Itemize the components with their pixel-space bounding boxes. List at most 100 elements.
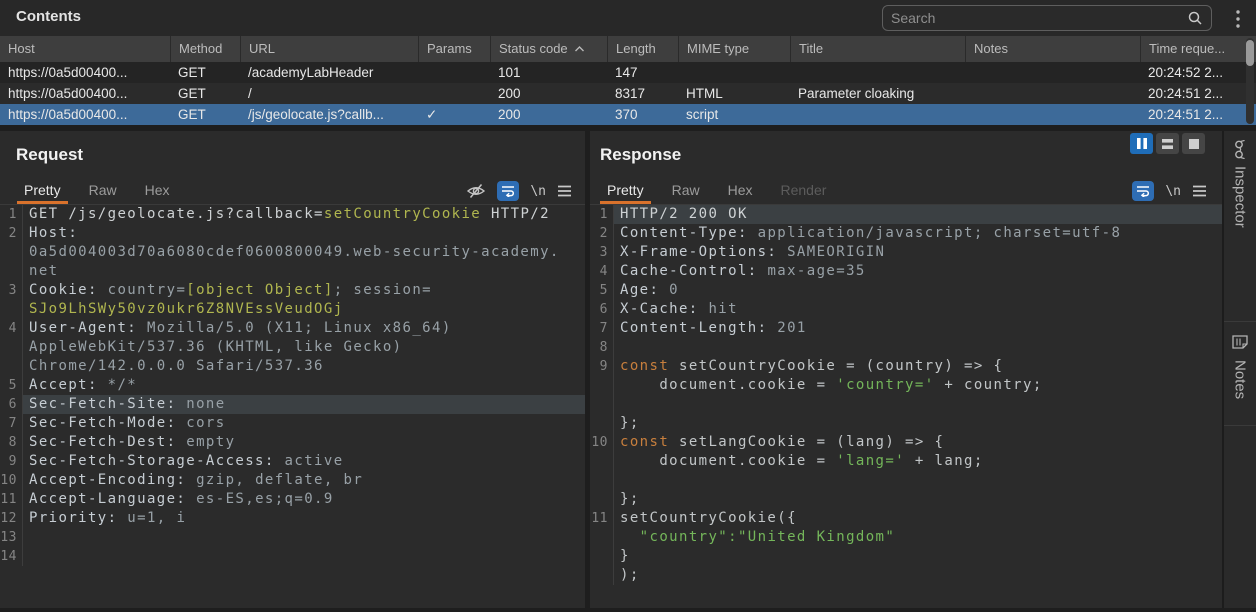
line-number: 11 <box>0 490 23 509</box>
column-label: URL <box>249 41 275 56</box>
column-label: Time reque... <box>1149 41 1225 56</box>
line-number: 7 <box>0 414 23 433</box>
code-segment: Accept-Encoding: <box>29 472 186 488</box>
table-row[interactable]: https://0a5d00400...GET/academyLabHeader… <box>0 62 1256 83</box>
code-segment: Chrome/142.0.0.0 Safari/537.36 <box>29 358 324 374</box>
code-segment: 'lang=' <box>836 453 905 469</box>
tab-hex[interactable]: Hex <box>728 177 753 204</box>
soft-wrap-button[interactable] <box>1132 181 1154 201</box>
code-segment: SJo9LhSWy50vz0ukr6Z8NVEssVeudOGj <box>29 301 344 317</box>
column-header-params[interactable]: Params <box>418 36 490 62</box>
tab-raw[interactable]: Raw <box>672 177 700 204</box>
single-layout-button[interactable] <box>1182 133 1205 154</box>
table-cell <box>790 104 965 125</box>
code-text: HTTP/2 200 OK <box>614 205 1222 224</box>
code-segment: Accept-Language: <box>29 491 186 507</box>
response-editor[interactable]: 1HTTP/2 200 OK2Content-Type: application… <box>590 205 1222 608</box>
column-header-mime-type[interactable]: MIME type <box>678 36 790 62</box>
line-number <box>0 357 23 376</box>
newline-toggle[interactable]: \n <box>530 184 546 199</box>
code-line: 3X-Frame-Options: SAMEORIGIN <box>590 243 1222 262</box>
code-text: document.cookie = 'country=' + country; <box>614 376 1222 395</box>
code-text: Cookie: country=[object Object]; session… <box>23 281 585 300</box>
sort-ascending-icon <box>574 41 585 56</box>
code-line <box>590 471 1222 490</box>
request-editor[interactable]: 1GET /js/geolocate.js?callback=setCountr… <box>0 205 585 608</box>
code-line: 5Age: 0 <box>590 281 1222 300</box>
line-number: 1 <box>590 205 614 224</box>
line-number: 5 <box>590 281 614 300</box>
column-header-length[interactable]: Length <box>607 36 678 62</box>
code-line: } <box>590 547 1222 566</box>
column-header-title[interactable]: Title <box>790 36 965 62</box>
sidebar-tab-notes[interactable]: Notes <box>1224 322 1256 426</box>
table-cell <box>418 62 490 83</box>
menu-icon[interactable] <box>1192 185 1207 197</box>
soft-wrap-button[interactable] <box>497 181 519 201</box>
eye-off-icon[interactable] <box>466 183 486 199</box>
code-segment: document.cookie = <box>620 453 836 469</box>
newline-toggle[interactable]: \n <box>1165 184 1181 199</box>
response-tabbar: Pretty Raw Hex Render <box>590 177 1222 205</box>
code-segment: const <box>620 434 669 450</box>
code-segment: AppleWebKit/537.36 (KHTML, like Gecko) <box>29 339 403 355</box>
table-cell: / <box>240 83 418 104</box>
column-header-notes[interactable]: Notes <box>965 36 1140 62</box>
search-box[interactable] <box>882 5 1212 31</box>
line-number: 11 <box>590 509 614 528</box>
line-number <box>590 547 614 566</box>
column-header-url[interactable]: URL <box>240 36 418 62</box>
table-cell <box>790 62 965 83</box>
line-number: 7 <box>590 319 614 338</box>
column-label: Length <box>616 41 656 56</box>
line-number: 8 <box>590 338 614 357</box>
column-header-host[interactable]: Host <box>0 36 170 62</box>
code-line: document.cookie = 'country=' + country; <box>590 376 1222 395</box>
line-number: 2 <box>0 224 23 243</box>
code-segment: Host: <box>29 225 78 241</box>
response-title: Response <box>600 145 681 165</box>
scrollbar-thumb[interactable] <box>1246 40 1254 66</box>
code-text: Priority: u=1, i <box>23 509 585 528</box>
column-header-status-code[interactable]: Status code <box>490 36 607 62</box>
column-header-time-reque-[interactable]: Time reque... <box>1140 36 1256 62</box>
table-row[interactable]: https://0a5d00400...GET/2008317HTMLParam… <box>0 83 1256 104</box>
code-line: 5Accept: */* <box>0 376 585 395</box>
table-cell: https://0a5d00400... <box>0 104 170 125</box>
code-line: 7Sec-Fetch-Mode: cors <box>0 414 585 433</box>
tab-pretty[interactable]: Pretty <box>24 177 61 204</box>
code-line: document.cookie = 'lang=' + lang; <box>590 452 1222 471</box>
table-cell: ✓ <box>418 104 490 125</box>
table-scrollbar[interactable] <box>1246 38 1254 124</box>
line-number: 4 <box>590 262 614 281</box>
table-header: HostMethod URL ParamsStatus code Length MIME… <box>0 36 1256 62</box>
kebab-menu-icon[interactable] <box>1228 8 1248 30</box>
columns-layout-button[interactable] <box>1130 133 1153 154</box>
line-number <box>0 300 23 319</box>
code-text: }; <box>614 490 1222 509</box>
column-header-method[interactable]: Method <box>170 36 240 62</box>
tab-pretty[interactable]: Pretty <box>607 177 644 204</box>
code-text: User-Agent: Mozilla/5.0 (X11; Linux x86_… <box>23 319 585 338</box>
line-number: 12 <box>0 509 23 528</box>
code-text <box>23 528 585 547</box>
tab-hex[interactable]: Hex <box>145 177 170 204</box>
column-label: Title <box>799 41 823 56</box>
tab-raw[interactable]: Raw <box>89 177 117 204</box>
rows-layout-button[interactable] <box>1156 133 1179 154</box>
code-text: Content-Type: application/javascript; ch… <box>614 224 1222 243</box>
column-label: Notes <box>974 41 1008 56</box>
menu-icon[interactable] <box>557 185 572 197</box>
search-input[interactable] <box>883 10 1187 26</box>
code-text: const setCountryCookie = (country) => { <box>614 357 1222 376</box>
sidebar-tab-inspector[interactable]: Inspector <box>1224 131 1256 322</box>
code-line: 10const setLangCookie = (lang) => { <box>590 433 1222 452</box>
line-number: 4 <box>0 319 23 338</box>
table-row[interactable]: https://0a5d00400...GET/js/geolocate.js?… <box>0 104 1256 125</box>
tab-render[interactable]: Render <box>781 177 827 204</box>
code-line: AppleWebKit/537.36 (KHTML, like Gecko) <box>0 338 585 357</box>
right-sidebar: Inspector Notes <box>1224 131 1256 612</box>
code-text: Sec-Fetch-Site: none <box>23 395 585 414</box>
code-segment <box>620 529 640 545</box>
code-segment: active <box>275 453 344 469</box>
